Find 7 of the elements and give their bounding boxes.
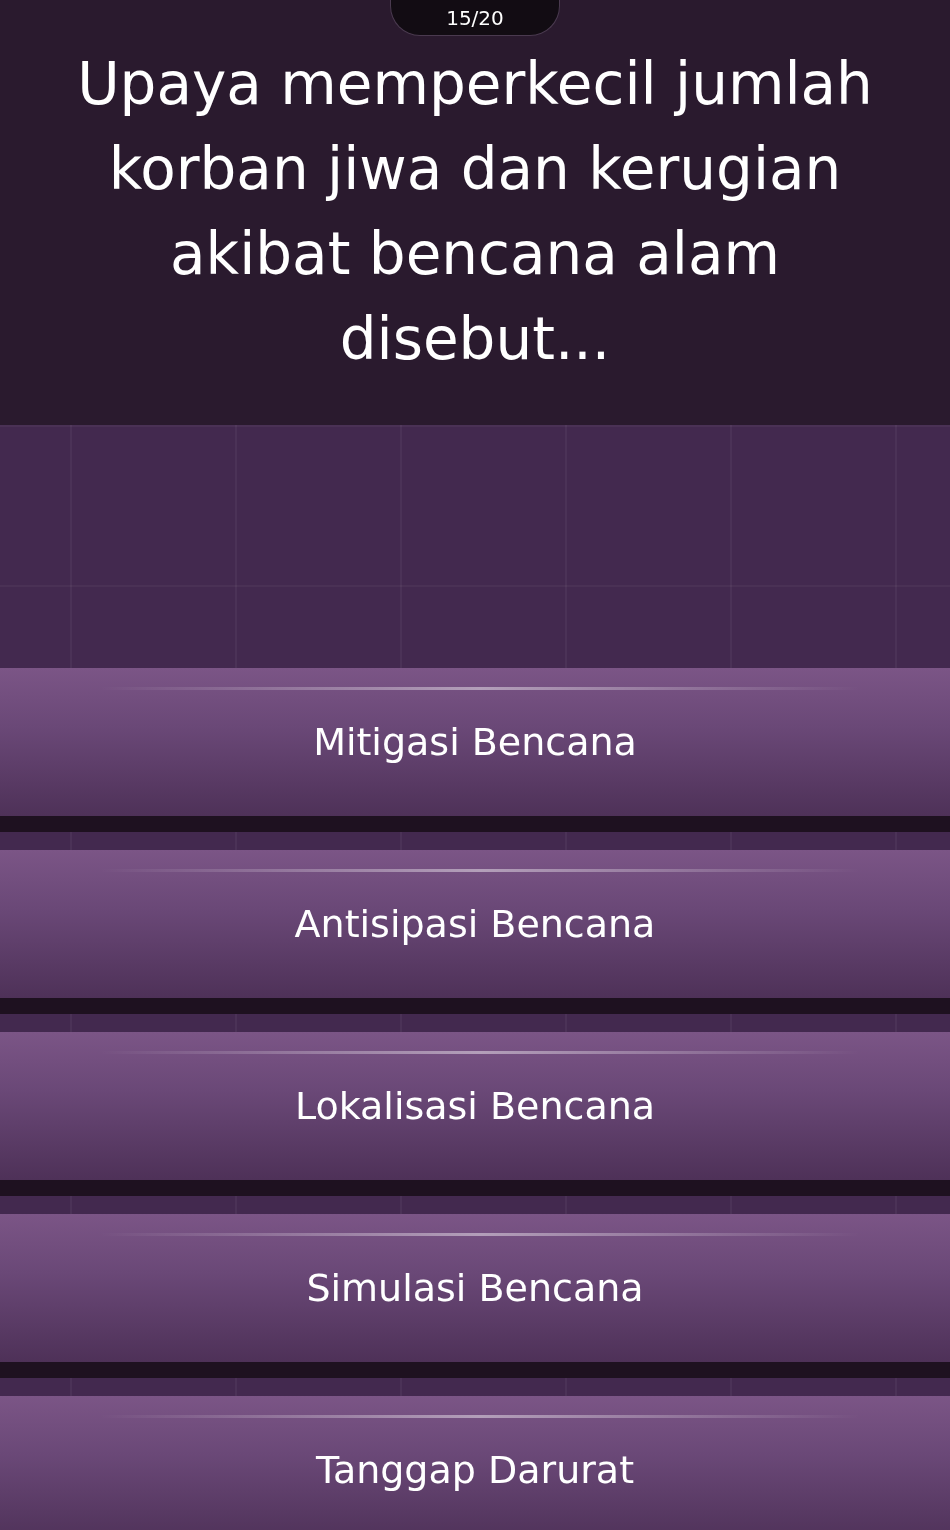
- answer-option-button[interactable]: Tanggap Darurat: [0, 1396, 950, 1530]
- answer-option-button[interactable]: Lokalisasi Bencana: [0, 1032, 950, 1196]
- question-text: Upaya memperkecil jumlah korban jiwa dan kerugian akibat bencana alam disebut...: [76, 49, 874, 375]
- answer-option-button[interactable]: Antisipasi Bencana: [0, 850, 950, 1014]
- question-counter: 15/20: [390, 0, 560, 36]
- answer-option-button[interactable]: Mitigasi Bencana: [0, 668, 950, 832]
- answer-option-button[interactable]: Simulasi Bencana: [0, 1214, 950, 1378]
